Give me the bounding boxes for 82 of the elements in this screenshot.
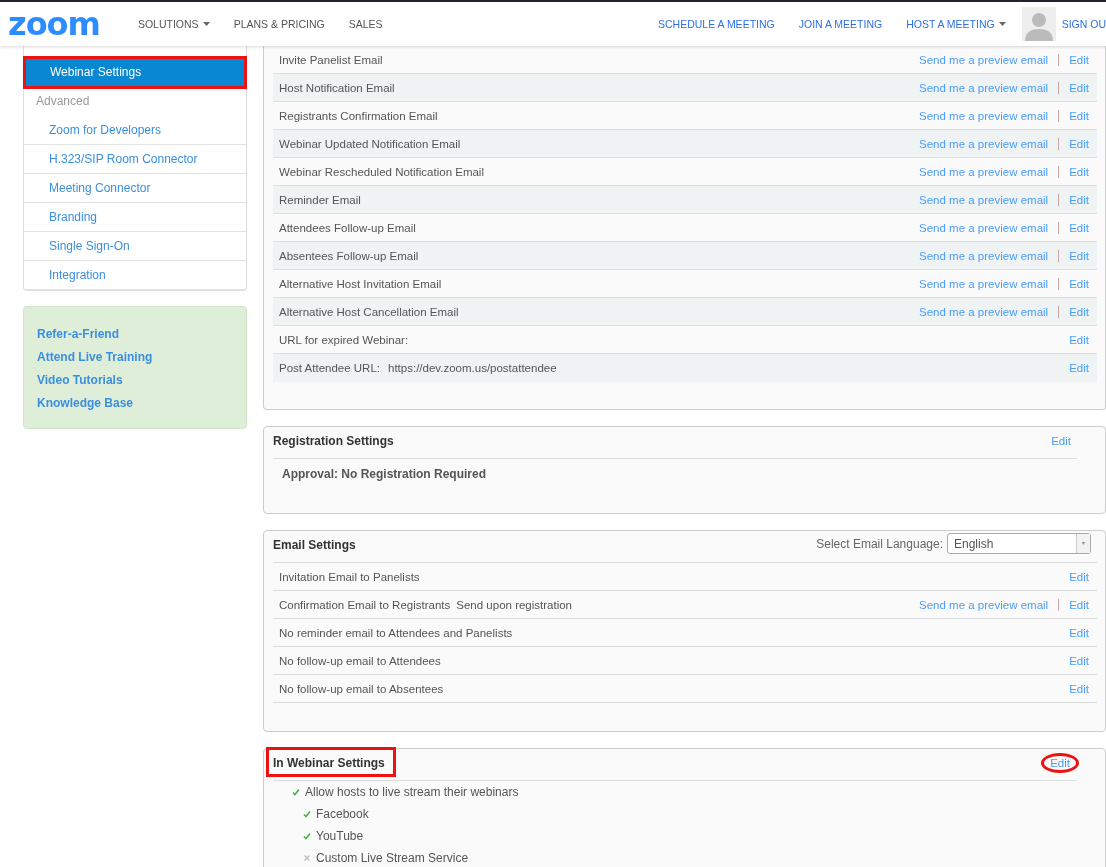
sidebar-item[interactable]: Webinar Settings	[25, 58, 245, 87]
preview-email-link[interactable]: Send me a preview email	[919, 598, 1049, 611]
approval-text: Approval: No Registration Required	[281, 466, 488, 481]
sign-out-link[interactable]: SIGN OU	[1061, 18, 1106, 30]
edit-link[interactable]: Edit	[1069, 654, 1089, 667]
edit-link[interactable]: Edit	[1069, 598, 1089, 611]
row-label: Absentees Follow-up Email	[279, 249, 419, 262]
edit-link[interactable]: Edit	[1069, 165, 1089, 178]
help-link[interactable]: Refer-a-Friend	[37, 327, 233, 341]
edit-link[interactable]: Edit	[1069, 221, 1089, 234]
preview-email-link[interactable]: Send me a preview email	[919, 249, 1049, 262]
edit-link[interactable]: Edit	[1051, 435, 1071, 447]
option-label: Custom Live Stream Service	[316, 851, 469, 865]
nav-link[interactable]: SOLUTIONS	[137, 18, 210, 30]
edit-link[interactable]: Edit	[1069, 333, 1089, 346]
option-label: Allow hosts to live stream their webinars	[305, 785, 519, 799]
preview-email-link[interactable]: Send me a preview email	[919, 109, 1049, 122]
preview-email-link[interactable]: Send me a preview email	[919, 137, 1049, 150]
language-select[interactable]: English	[947, 533, 1091, 554]
caret-icon	[998, 22, 1006, 26]
edit-link[interactable]: Edit	[1069, 53, 1089, 66]
edit-link[interactable]: Edit	[1069, 570, 1089, 583]
row-label: Attendees Follow-up Email	[279, 221, 416, 234]
option-label: Facebook	[316, 807, 369, 821]
caret-icon	[202, 22, 210, 26]
edit-link[interactable]: Edit	[1069, 109, 1089, 122]
row-label: Invitation Email to Panelists	[279, 570, 420, 583]
row-label: URL for expired Webinar:	[279, 333, 409, 346]
edit-link[interactable]: Edit	[1069, 81, 1089, 94]
sidebar-item[interactable]: Single Sign-On	[24, 232, 246, 261]
preview-email-link[interactable]: Send me a preview email	[919, 53, 1049, 66]
nav-link[interactable]: SCHEDULE A MEETING	[658, 18, 775, 30]
edit-link[interactable]: Edit	[1069, 137, 1089, 150]
sidebar-item[interactable]: Integration	[24, 261, 246, 290]
row-label: Confirmation Email to Registrants	[279, 598, 451, 611]
edit-link[interactable]: Edit	[1041, 753, 1079, 773]
edit-link[interactable]: Edit	[1069, 305, 1089, 318]
edit-link[interactable]: Edit	[1069, 277, 1089, 290]
sidebar-group-label: Advanced	[35, 93, 91, 110]
preview-email-link[interactable]: Send me a preview email	[919, 193, 1049, 206]
nav-link[interactable]: JOIN A MEETING	[798, 18, 883, 30]
preview-email-link[interactable]: Send me a preview email	[919, 305, 1049, 318]
edit-link[interactable]: Edit	[1069, 682, 1089, 695]
row-label: No follow-up email to Absentees	[279, 682, 444, 695]
sidebar-item[interactable]: Zoom for Developers	[24, 116, 246, 145]
option-label: YouTube	[316, 829, 364, 843]
row-label: Alternative Host Cancellation Email	[279, 305, 459, 318]
preview-email-link[interactable]: Send me a preview email	[919, 221, 1049, 234]
row-label: Alternative Host Invitation Email	[279, 277, 442, 290]
nav-link[interactable]: SALES	[348, 18, 383, 30]
sidebar-item[interactable]: Meeting Connector	[24, 174, 246, 203]
section-title: In Webinar Settings	[269, 750, 393, 774]
nav-link[interactable]: HOST A MEETING	[906, 18, 1006, 30]
row-label: Invite Panelist Email	[279, 53, 383, 66]
edit-link[interactable]: Edit	[1069, 193, 1089, 206]
edit-link[interactable]: Edit	[1069, 249, 1089, 262]
help-link[interactable]: Attend Live Training	[37, 350, 233, 364]
row-label: Webinar Updated Notification Email	[279, 137, 461, 150]
sidebar-item[interactable]: H.323/SIP Room Connector	[24, 145, 246, 174]
section-title: Email Settings	[273, 537, 357, 554]
language-label: Select Email Language:	[816, 536, 943, 551]
row-label: No reminder email to Attendees and Panelists	[279, 626, 513, 639]
row-value: https://dev.zoom.us/postattendee	[388, 361, 557, 374]
sidebar-item[interactable]: Branding	[24, 203, 246, 232]
help-link[interactable]: Knowledge Base	[37, 396, 233, 410]
help-link[interactable]: Video Tutorials	[37, 373, 233, 387]
row-label: Reminder Email	[279, 193, 361, 206]
row-label: Host Notification Email	[279, 81, 395, 94]
zoom-logo[interactable]: zoom	[8, 8, 100, 40]
preview-email-link[interactable]: Send me a preview email	[919, 165, 1049, 178]
nav-link[interactable]: PLANS & PRICING	[233, 18, 325, 30]
row-label: No follow-up email to Attendees	[279, 654, 441, 667]
preview-email-link[interactable]: Send me a preview email	[919, 277, 1049, 290]
row-label: Webinar Rescheduled Notification Email	[279, 165, 484, 178]
row-value: Send upon registration	[456, 598, 572, 611]
edit-link[interactable]: Edit	[1069, 361, 1089, 374]
row-label: Post Attendee URL:	[279, 361, 380, 374]
avatar-icon[interactable]	[1021, 7, 1056, 41]
preview-email-link[interactable]: Send me a preview email	[919, 81, 1049, 94]
section-title: Registration Settings	[273, 433, 395, 450]
row-label: Registrants Confirmation Email	[279, 109, 438, 122]
edit-link[interactable]: Edit	[1069, 626, 1089, 639]
